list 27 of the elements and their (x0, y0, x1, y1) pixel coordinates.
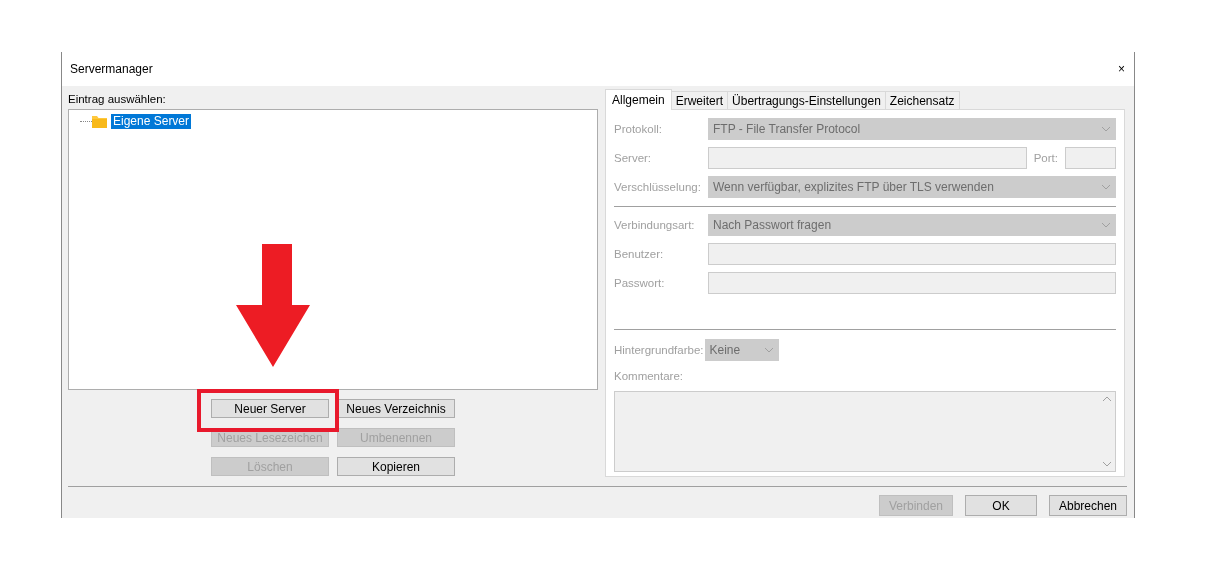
entry-label: Eintrag auswählen: (68, 93, 166, 105)
chevron-down-icon (763, 347, 774, 353)
field-label: Protokoll: (614, 123, 663, 135)
field-label: Passwort: (614, 277, 666, 289)
close-button[interactable]: × (1118, 59, 1125, 79)
field-label: Port: (1033, 152, 1058, 164)
chevron-down-icon (1101, 126, 1111, 132)
chevron-down-icon (1101, 184, 1111, 190)
field-label: Verbindungsart: (614, 219, 696, 231)
tree-button[interactable]: Neues Verzeichnis (337, 399, 455, 418)
tab[interactable]: Zeichensatz (884, 91, 960, 109)
tree-button[interactable]: Kopieren (337, 457, 455, 476)
chevron-down-icon (1101, 222, 1111, 228)
field-label: Hintergrundfarbe: (614, 344, 704, 356)
field-label: Kommentare: (614, 370, 684, 382)
tab[interactable]: Allgemein (605, 89, 672, 110)
tab[interactable]: Übertragungs-Einstellungen (727, 91, 886, 109)
dialog-button[interactable]: OK (965, 495, 1037, 516)
tree-item[interactable]: Eigene Server (111, 113, 192, 129)
arrow-down-icon (236, 244, 310, 367)
field-label: Server: (614, 152, 653, 164)
window-title: Servermanager (70, 62, 153, 76)
tree-button[interactable]: Neuer Server (211, 399, 329, 418)
field-label: Benutzer: (614, 248, 665, 260)
folder-icon (92, 114, 107, 128)
field-label: Verschlüsselung: (614, 181, 702, 193)
dialog-button[interactable]: Abbrechen (1049, 495, 1127, 516)
